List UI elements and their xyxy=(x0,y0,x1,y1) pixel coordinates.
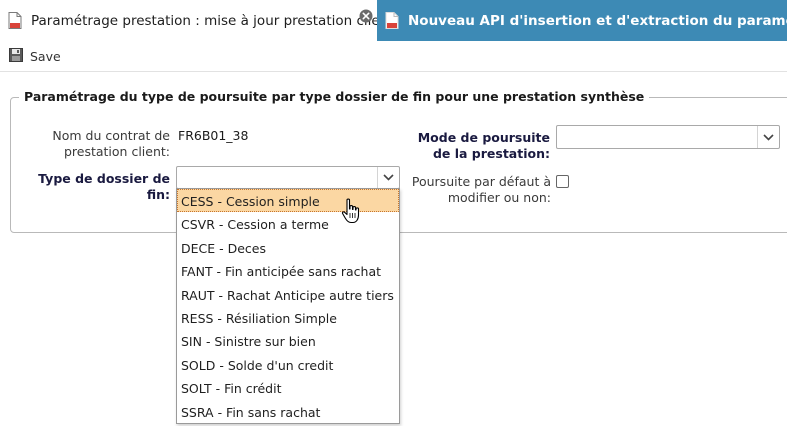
type-dossier-select[interactable] xyxy=(176,166,400,189)
tab-label: Paramétrage prestation : mise à jour pre… xyxy=(31,12,377,29)
save-label: Save xyxy=(30,49,61,64)
floppy-disk-icon xyxy=(9,48,23,65)
contract-label: Nom du contrat de prestation client: xyxy=(40,128,170,160)
chevron-down-icon[interactable] xyxy=(757,126,779,148)
dropdown-option[interactable]: RESS - Résiliation Simple xyxy=(177,306,399,329)
mode-label-line2: de la prestation: xyxy=(432,146,550,161)
dropdown-option[interactable]: DECE - Deces xyxy=(177,236,399,259)
poursuite-defaut-checkbox[interactable] xyxy=(556,175,569,188)
poursuite-defaut-label: Poursuite par défaut à modifier ou non: xyxy=(390,174,551,206)
document-icon xyxy=(384,12,400,30)
type-label-line2: fin: xyxy=(146,187,170,202)
contract-label-line1: Nom du contrat de xyxy=(52,128,170,143)
dropdown-option[interactable]: SIN - Sinistre sur bien xyxy=(177,329,399,352)
dropdown-option[interactable]: CSVR - Cession a terme xyxy=(177,212,399,235)
default-label-line1: Poursuite par défaut à xyxy=(411,174,551,189)
contract-label-line2: prestation client: xyxy=(63,144,170,159)
dropdown-option[interactable]: CESS - Cession simple xyxy=(177,189,399,213)
close-icon[interactable] xyxy=(358,8,374,24)
tab-label: Nouveau API d'insertion et d'extraction … xyxy=(408,12,787,29)
tab-nouveau-api[interactable]: Nouveau API d'insertion et d'extraction … xyxy=(377,0,787,41)
dropdown-option[interactable]: FANT - Fin anticipée sans rachat xyxy=(177,259,399,282)
tab-mise-a-jour-prestation[interactable]: Paramétrage prestation : mise à jour pre… xyxy=(0,0,377,41)
dropdown-option[interactable]: SSRA - Fin sans rachat xyxy=(177,400,399,423)
document-icon xyxy=(7,12,23,30)
save-button[interactable]: Save xyxy=(9,48,61,65)
fieldset-legend: Paramétrage du type de poursuite par typ… xyxy=(19,89,650,104)
mode-poursuite-label: Mode de poursuite de la prestation: xyxy=(380,130,550,162)
type-label-line1: Type de dossier de xyxy=(38,171,170,186)
contract-value: FR6B01_38 xyxy=(178,128,249,143)
mode-poursuite-select[interactable] xyxy=(556,125,780,149)
toolbar: Save xyxy=(0,42,787,72)
dropdown-option[interactable]: RAUT - Rachat Anticipe autre tiers xyxy=(177,283,399,306)
dropdown-option[interactable]: SOLT - Fin crédit xyxy=(177,376,399,399)
mode-label-line1: Mode de poursuite xyxy=(417,130,550,145)
type-dossier-dropdown-list: CESS - Cession simple CSVR - Cession a te… xyxy=(176,188,400,424)
default-label-line2: modifier ou non: xyxy=(447,190,551,205)
tab-bar: Paramétrage prestation : mise à jour pre… xyxy=(0,0,787,41)
dropdown-option[interactable]: SOLD - Solde d'un credit xyxy=(177,353,399,376)
hand-pointer-icon xyxy=(341,198,363,224)
type-dossier-label: Type de dossier de fin: xyxy=(20,171,170,203)
